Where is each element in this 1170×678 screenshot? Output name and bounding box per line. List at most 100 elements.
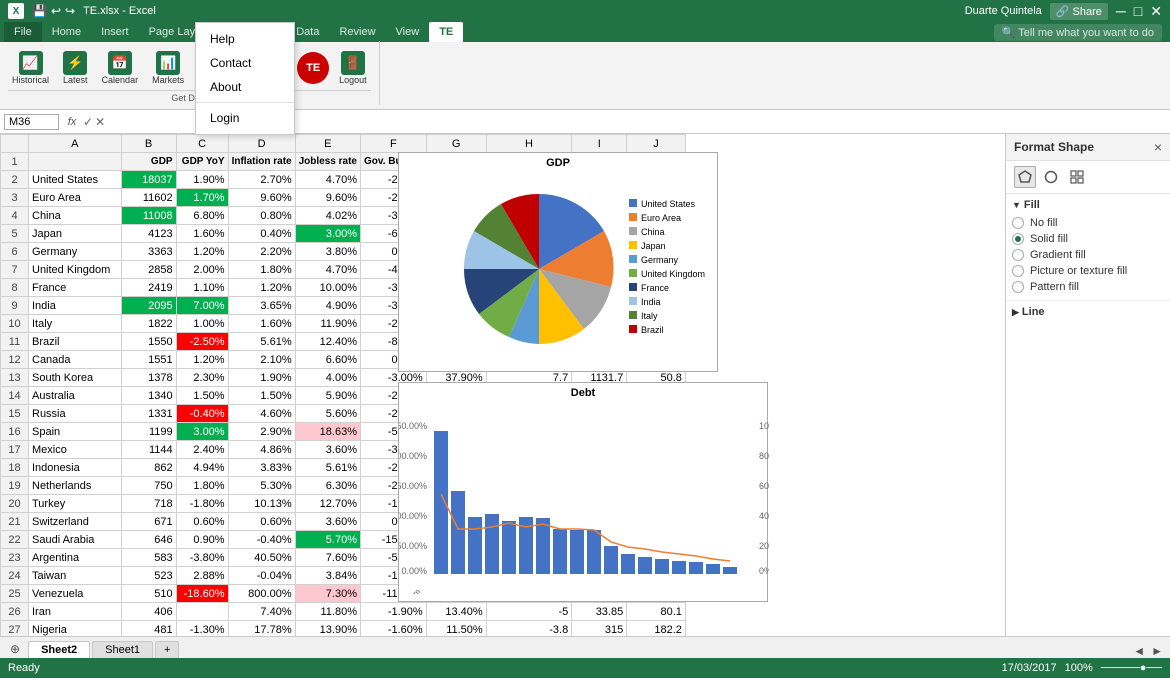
cell-A4[interactable]: China [29,207,122,225]
cell-E11[interactable]: 12.40% [295,333,360,351]
cell-B27[interactable]: 481 [121,621,176,637]
row-header-20[interactable]: 20 [1,495,29,513]
fill-solid-fill[interactable]: Solid fill [1012,231,1164,247]
format-panel-close-btn[interactable]: × [1154,139,1162,155]
cell-D25[interactable]: 800.00% [228,585,295,603]
cell-A13[interactable]: South Korea [29,369,122,387]
search-bar[interactable]: 🔍 Tell me what you want to do [994,24,1162,41]
cell-C17[interactable]: 2.40% [176,441,228,459]
cell-A16[interactable]: Spain [29,423,122,441]
cell-C15[interactable]: -0.40% [176,405,228,423]
cell-C2[interactable]: 1.90% [176,171,228,189]
quick-access-undo[interactable]: ↩ [51,4,61,18]
cell-D12[interactable]: 2.10% [228,351,295,369]
tab-home[interactable]: Home [42,22,91,42]
calendar-btn[interactable]: 📅 Calendar [98,49,143,87]
tab-view[interactable]: View [386,22,430,42]
cell-D22[interactable]: -0.40% [228,531,295,549]
sheet-tab-sheet1[interactable]: Sheet1 [92,641,153,658]
cell-E12[interactable]: 6.60% [295,351,360,369]
cell-C6[interactable]: 1.20% [176,243,228,261]
cell-A20[interactable]: Turkey [29,495,122,513]
cell-B10[interactable]: 1822 [121,315,176,333]
debt-chart[interactable]: Debt 250.00% 200.00% 150.00% 100.00% 50.… [398,382,768,602]
cell-A27[interactable]: Nigeria [29,621,122,637]
cell-D2[interactable]: 2.70% [228,171,295,189]
share-btn[interactable]: 🔗 Share [1050,3,1108,20]
cell-C24[interactable]: 2.88% [176,567,228,585]
cell-B5[interactable]: 4123 [121,225,176,243]
cell-D8[interactable]: 1.20% [228,279,295,297]
cell-A24[interactable]: Taiwan [29,567,122,585]
cell-A23[interactable]: Argentina [29,549,122,567]
cell-B6[interactable]: 3363 [121,243,176,261]
cell-A3[interactable]: Euro Area [29,189,122,207]
cell-E10[interactable]: 11.90% [295,315,360,333]
row-header-23[interactable]: 23 [1,549,29,567]
cell-C16[interactable]: 3.00% [176,423,228,441]
cell-B12[interactable]: 1551 [121,351,176,369]
cell-E2[interactable]: 4.70% [295,171,360,189]
cell-B13[interactable]: 1378 [121,369,176,387]
cell-A9[interactable]: India [29,297,122,315]
cell-E23[interactable]: 7.60% [295,549,360,567]
cell-H26[interactable]: -5 [486,603,572,621]
cell-B25[interactable]: 510 [121,585,176,603]
cell-B9[interactable]: 2095 [121,297,176,315]
cell-D16[interactable]: 2.90% [228,423,295,441]
cell-D9[interactable]: 3.65% [228,297,295,315]
sheet-tab-plus[interactable]: + [155,641,179,658]
formula-cross[interactable]: ✕ [95,115,105,129]
cell-C4[interactable]: 6.80% [176,207,228,225]
row-header-21[interactable]: 21 [1,513,29,531]
row-header-25[interactable]: 25 [1,585,29,603]
tab-te[interactable]: TE [429,22,463,42]
row-header-3[interactable]: 3 [1,189,29,207]
cell-E14[interactable]: 5.90% [295,387,360,405]
cell-A10[interactable]: Italy [29,315,122,333]
cell-B1[interactable]: GDP [121,153,176,171]
cell-E24[interactable]: 3.84% [295,567,360,585]
cell-E17[interactable]: 3.60% [295,441,360,459]
cell-A19[interactable]: Netherlands [29,477,122,495]
row-header-24[interactable]: 24 [1,567,29,585]
row-header-9[interactable]: 9 [1,297,29,315]
cell-B17[interactable]: 1144 [121,441,176,459]
latest-btn[interactable]: ⚡ Latest [59,49,92,87]
col-d-header[interactable]: D [228,135,295,153]
gdp-chart[interactable]: GDP [398,152,718,372]
cell-C8[interactable]: 1.10% [176,279,228,297]
col-a-header[interactable]: A [29,135,122,153]
cell-A6[interactable]: Germany [29,243,122,261]
cell-E5[interactable]: 3.00% [295,225,360,243]
cell-C26[interactable] [176,603,228,621]
tab-insert[interactable]: Insert [91,22,139,42]
cell-E8[interactable]: 10.00% [295,279,360,297]
minimize-btn[interactable]: ─ [1116,3,1126,19]
cell-E19[interactable]: 6.30% [295,477,360,495]
cell-A8[interactable]: France [29,279,122,297]
fill-no-fill[interactable]: No fill [1012,215,1164,231]
tab-file[interactable]: File [4,22,42,42]
cell-E21[interactable]: 3.60% [295,513,360,531]
menu-login[interactable]: Login [196,106,294,130]
cell-C1[interactable]: GDP YoY [176,153,228,171]
effects-icon[interactable] [1040,166,1062,188]
cell-D19[interactable]: 5.30% [228,477,295,495]
cell-D4[interactable]: 0.80% [228,207,295,225]
formula-checkmark[interactable]: ✓ [83,115,93,129]
cell-B24[interactable]: 523 [121,567,176,585]
cell-E26[interactable]: 11.80% [295,603,360,621]
tab-scroll-right[interactable]: ► [1148,644,1166,658]
cell-H27[interactable]: -3.8 [486,621,572,637]
fill-section-header[interactable]: ▼ Fill [1012,199,1164,211]
cell-D24[interactable]: -0.04% [228,567,295,585]
cell-C11[interactable]: -2.50% [176,333,228,351]
cell-E16[interactable]: 18.63% [295,423,360,441]
cell-E22[interactable]: 5.70% [295,531,360,549]
cell-D10[interactable]: 1.60% [228,315,295,333]
close-btn[interactable]: ✕ [1150,3,1162,20]
cell-A12[interactable]: Canada [29,351,122,369]
sheet-tab-sheet2[interactable]: Sheet2 [28,641,90,658]
cell-B22[interactable]: 646 [121,531,176,549]
